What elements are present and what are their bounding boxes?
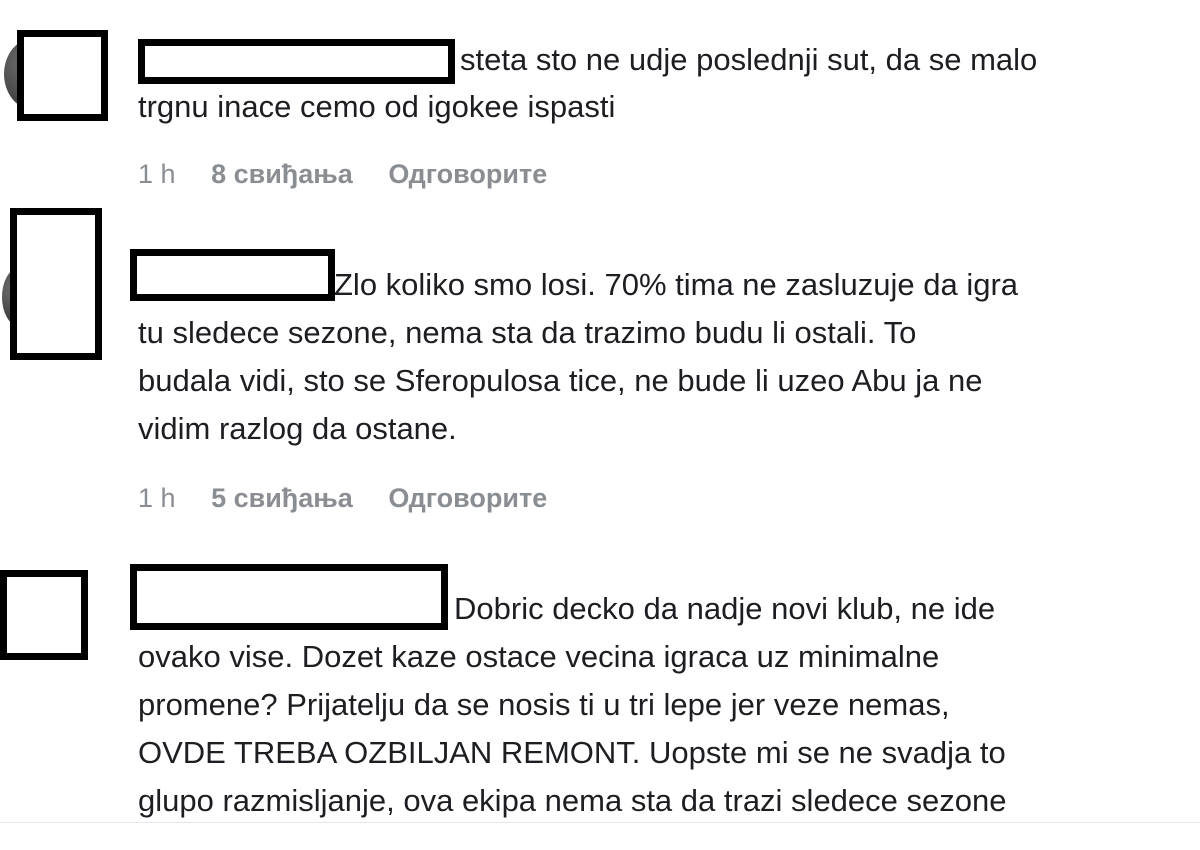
avatar-redaction-box [10, 208, 102, 360]
reply-button[interactable]: Одговорите [388, 159, 547, 189]
comment-line: vidim razlog da ostane. [138, 411, 457, 446]
comment-line: glupo razmisljanje, ova ekipa nema sta d… [138, 783, 1007, 818]
reply-button[interactable]: Одговорите [388, 483, 547, 513]
comment-line: budala vidi, sto se Sferopulosa tice, ne… [138, 363, 983, 398]
avatar-redaction-box [0, 570, 88, 660]
comment-1-meta: 1 h 8 свиђања Одговорите [138, 159, 547, 190]
comment-line: trgnu inace cemo od igokee ispasti [138, 89, 616, 124]
timestamp[interactable]: 1 h [138, 159, 176, 189]
author-name-redaction [138, 39, 455, 84]
likes-count[interactable]: 8 свиђања [211, 159, 353, 189]
bottom-divider [0, 822, 1200, 823]
comment-line: tu sledece sezone, nema sta da trazimo b… [138, 315, 917, 350]
timestamp[interactable]: 1 h [138, 483, 176, 513]
author-name-redaction [130, 564, 448, 630]
author-name-redaction [130, 249, 335, 301]
comment-2-meta: 1 h 5 свиђања Одговорите [138, 483, 547, 514]
comment-line: OVDE TREBA OZBILJAN REMONT. Uopste mi se… [138, 735, 1006, 770]
comment-line: Zlo koliko smo losi. 70% tima ne zasluzu… [334, 267, 1019, 302]
comment-line: Dobric decko da nadje novi klub, ne ide [454, 591, 996, 626]
comment-line: steta sto ne udje poslednji sut, da se m… [460, 42, 1038, 77]
avatar-redaction-box [17, 30, 108, 121]
comment-line: ovako vise. Dozet kaze ostace vecina igr… [138, 639, 940, 674]
comment-line: promene? Prijatelju da se nosis ti u tri… [138, 687, 950, 722]
likes-count[interactable]: 5 свиђања [211, 483, 353, 513]
